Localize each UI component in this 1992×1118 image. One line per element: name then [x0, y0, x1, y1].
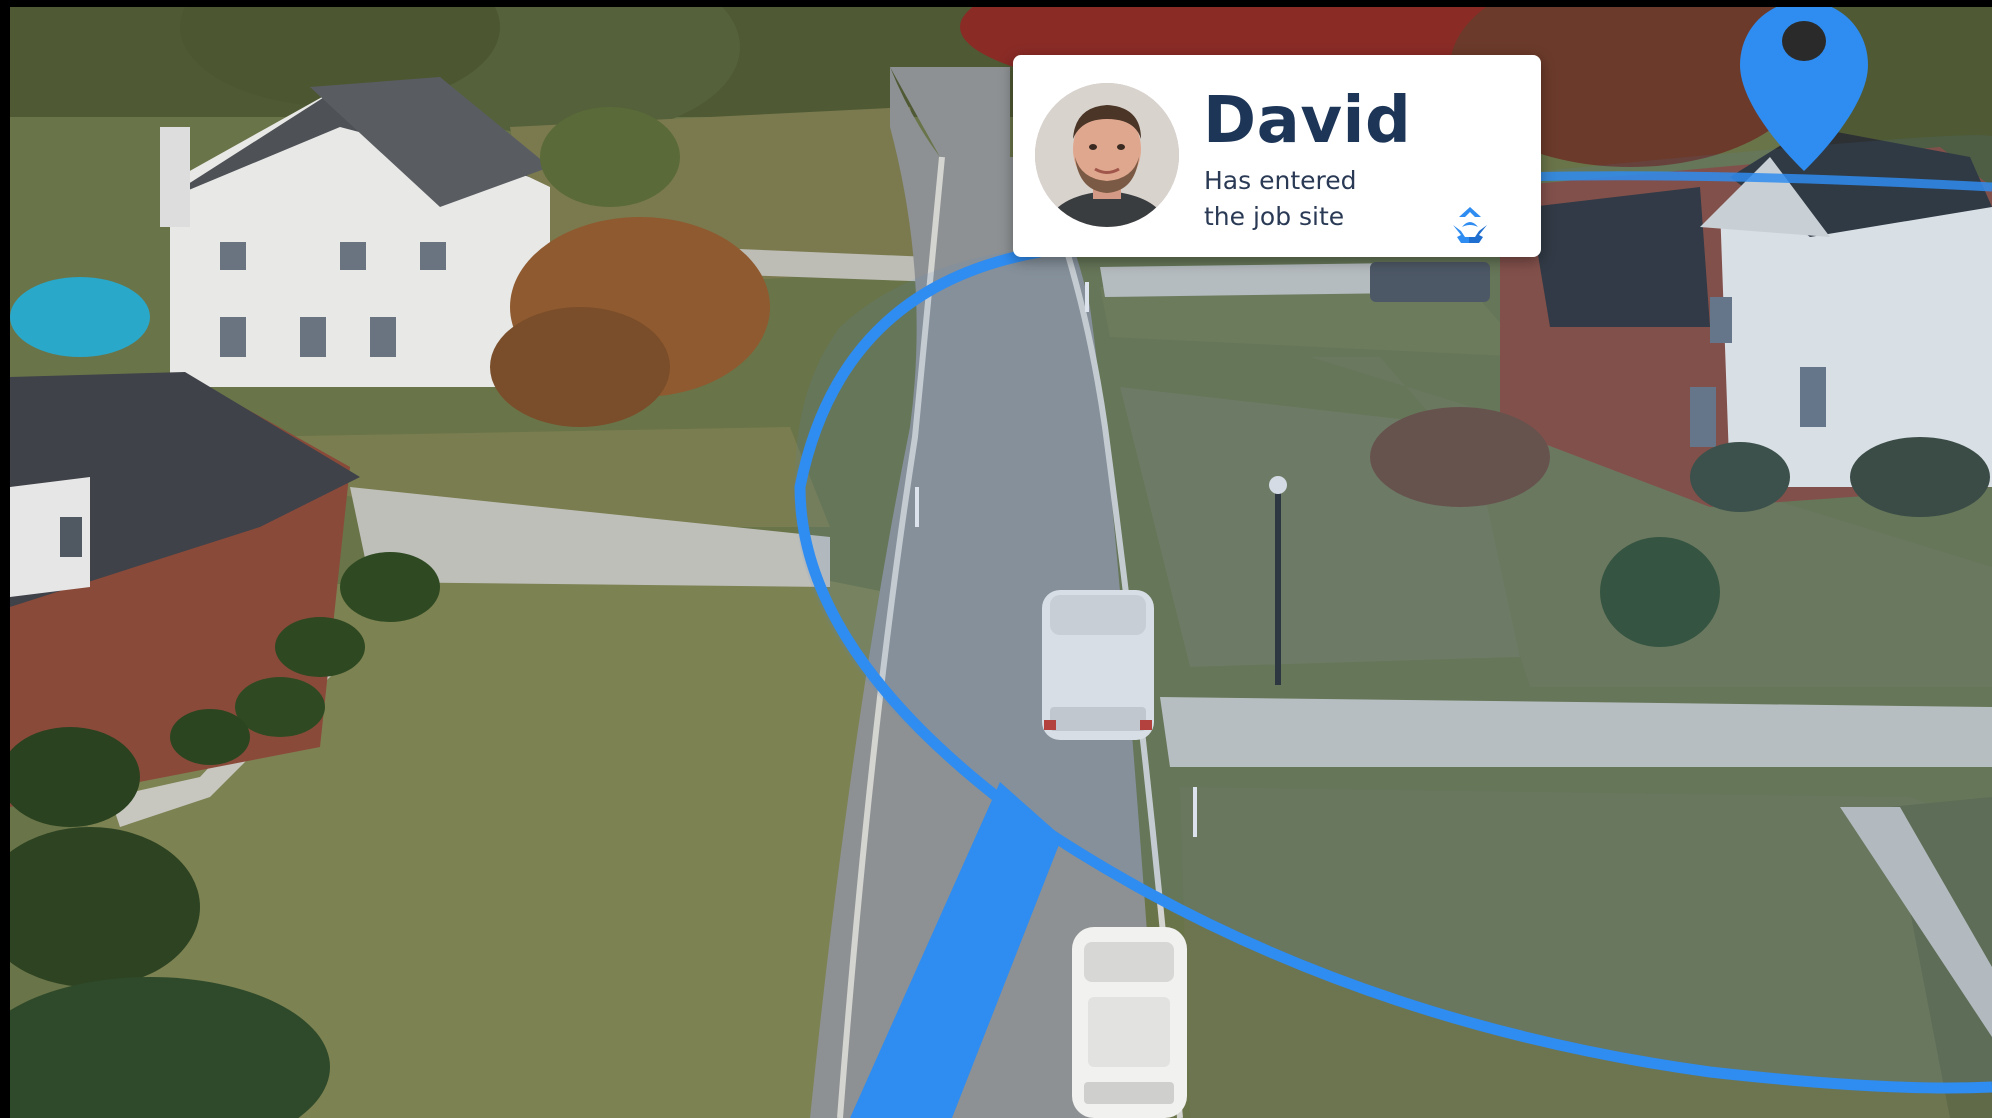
app-logo-icon	[1453, 207, 1487, 243]
notification-message: Has entered the job site	[1204, 163, 1434, 235]
message-line-1: Has entered	[1204, 166, 1357, 195]
drone-aerial-scene: David Has entered the job site	[10, 7, 1992, 1118]
user-name: David	[1203, 84, 1412, 158]
suv	[1072, 927, 1187, 1118]
user-avatar	[1035, 83, 1179, 227]
aerial-photo-background	[10, 7, 1992, 1118]
person-photo	[1035, 83, 1179, 227]
job-site-notification[interactable]: David Has entered the job site	[1013, 55, 1541, 257]
message-line-2: the job site	[1204, 202, 1345, 231]
map-pin-icon	[1740, 7, 1868, 171]
